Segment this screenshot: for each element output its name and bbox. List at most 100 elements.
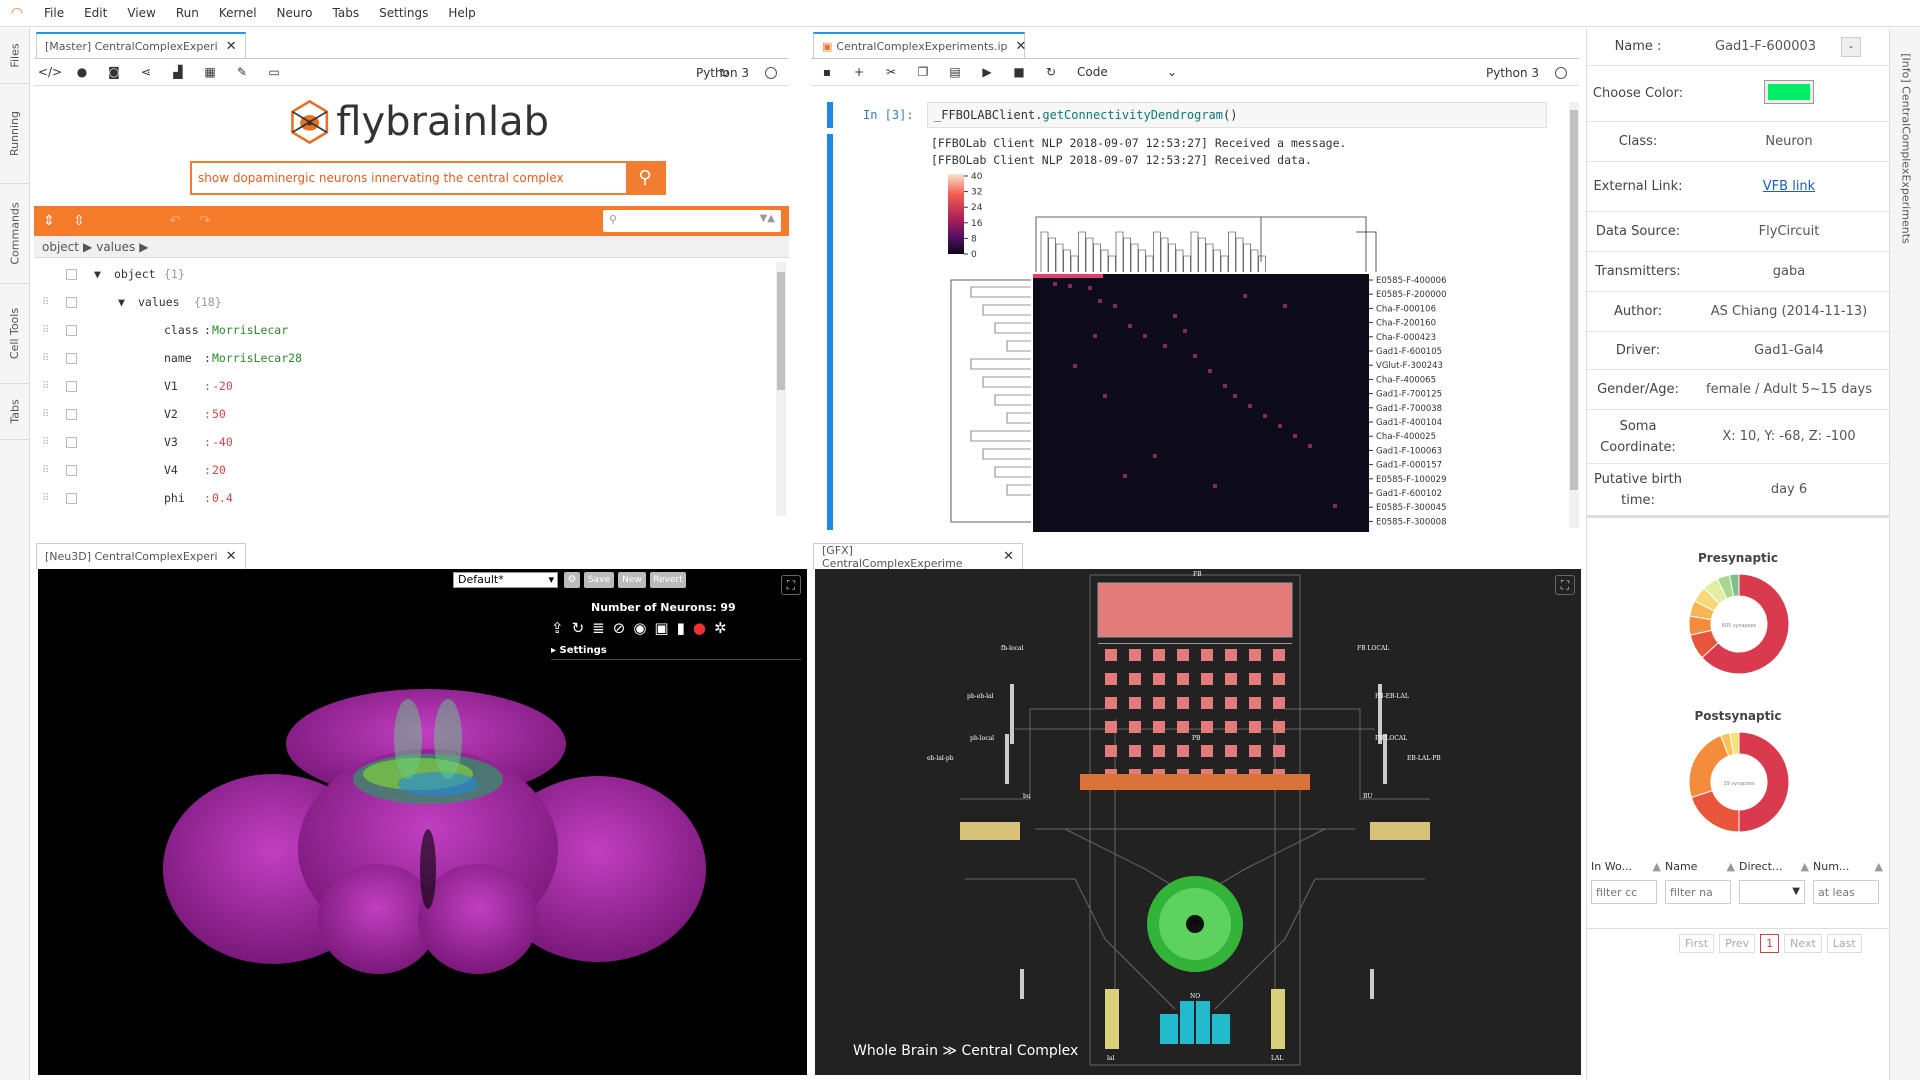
fb-column-cell[interactable] xyxy=(1177,673,1189,685)
upload-icon[interactable]: ⇪ xyxy=(551,619,564,637)
direction-select[interactable]: ▼ xyxy=(1739,880,1805,904)
expand-all-icon[interactable]: ⇕ xyxy=(34,213,64,229)
save-icon[interactable]: ▪ xyxy=(811,65,843,79)
filter-input[interactable] xyxy=(1665,880,1731,904)
close-icon[interactable]: ✕ xyxy=(1003,549,1014,564)
fb-column-cell[interactable] xyxy=(1129,745,1141,757)
new-button[interactable]: New xyxy=(618,572,646,588)
hide-icon[interactable]: ⊘ xyxy=(613,619,626,637)
code-icon[interactable]: </> xyxy=(34,65,66,79)
scrollbar-thumb[interactable] xyxy=(1570,110,1578,490)
menu-edit[interactable]: Edit xyxy=(74,0,117,27)
fb-column-cell[interactable] xyxy=(1105,649,1117,661)
copy-icon[interactable]: ❐ xyxy=(907,65,939,79)
fb-column-cell[interactable] xyxy=(1201,673,1213,685)
preset-select[interactable]: Default* ▾ xyxy=(453,572,558,588)
fullscreen-icon[interactable]: ⛶ xyxy=(1555,575,1575,595)
fb-column-cell[interactable] xyxy=(1249,721,1261,733)
row-checkbox[interactable] xyxy=(66,436,77,448)
fb-column-cell[interactable] xyxy=(1129,721,1141,733)
drag-handle-icon[interactable]: ⠿ xyxy=(42,325,49,336)
edit-icon[interactable]: ✎ xyxy=(226,65,258,79)
sidebar-tab-cell-tools[interactable]: Cell Tools xyxy=(0,284,30,384)
row-checkbox[interactable] xyxy=(66,408,77,420)
refresh-icon[interactable]: ↻ xyxy=(572,619,585,637)
menu-file[interactable]: File xyxy=(34,0,74,27)
fb-column-cell[interactable] xyxy=(1225,721,1237,733)
fb-column-cell[interactable] xyxy=(1225,745,1237,757)
menu-help[interactable]: Help xyxy=(438,0,485,27)
row-checkbox[interactable] xyxy=(66,296,77,308)
menu-settings[interactable]: Settings xyxy=(369,0,438,27)
chart-icon[interactable]: ▟ xyxy=(162,65,194,79)
fb-column-cell[interactable] xyxy=(1225,673,1237,685)
fb-column-cell[interactable] xyxy=(1177,721,1189,733)
fb-column-cell[interactable] xyxy=(1153,745,1165,757)
fb-column-cell[interactable] xyxy=(1177,745,1189,757)
fb-column-cell[interactable] xyxy=(1201,649,1213,661)
fb-column-cell[interactable] xyxy=(1153,721,1165,733)
fb-column-cell[interactable] xyxy=(1249,697,1261,709)
fb-column-cell[interactable] xyxy=(1129,697,1141,709)
breadcrumb-values[interactable]: values xyxy=(96,240,135,254)
fb-column-cell[interactable] xyxy=(1129,649,1141,661)
fb-column-cell[interactable] xyxy=(1225,697,1237,709)
row-checkbox[interactable] xyxy=(66,380,77,392)
collapse-triangle-icon[interactable]: ▼ xyxy=(94,267,101,281)
fb-column-cell[interactable] xyxy=(1273,649,1285,661)
paste-icon[interactable]: ▤ xyxy=(939,65,971,79)
collapse-triangle-icon[interactable]: ▼ xyxy=(118,295,125,309)
settings-cogs-icon[interactable]: ✲ xyxy=(714,619,727,637)
code-cell-input[interactable]: _FFBOLABClient.getConnectivityDendrogram… xyxy=(927,102,1547,128)
row-checkbox[interactable] xyxy=(66,324,77,336)
tab-master[interactable]: [Master] CentralComplexExperi ✕ xyxy=(36,32,246,58)
page-first[interactable]: First xyxy=(1679,934,1715,953)
fb-column-cell[interactable] xyxy=(1105,721,1117,733)
cut-icon[interactable]: ✂ xyxy=(875,65,907,79)
play-circle-icon[interactable]: ● xyxy=(66,65,98,79)
menu-kernel[interactable]: Kernel xyxy=(209,0,267,27)
row-checkbox[interactable] xyxy=(66,268,77,280)
fb-column-cell[interactable] xyxy=(1249,745,1261,757)
sidebar-tab-info[interactable]: [Info] CentralComplexExperiments xyxy=(1896,42,1916,272)
column-header[interactable]: Direct... ▲ xyxy=(1739,860,1809,873)
json-search-field[interactable]: ⚲ ▼▲ xyxy=(603,210,781,232)
close-icon[interactable]: ✕ xyxy=(226,39,237,54)
menu-tabs[interactable]: Tabs xyxy=(323,0,370,27)
share-icon[interactable]: ⋖ xyxy=(130,65,162,79)
search-icon[interactable]: ⚲ xyxy=(626,163,664,193)
gfx-canvas[interactable]: FB fb-local FB LOCAL pb-eb-lal PB-EB-LAL… xyxy=(815,569,1581,1075)
fb-column-cell[interactable] xyxy=(1201,745,1213,757)
drag-handle-icon[interactable]: ⠿ xyxy=(42,409,49,420)
camera-icon[interactable]: ▣ xyxy=(654,619,668,637)
drag-handle-icon[interactable]: ⠿ xyxy=(42,297,49,308)
undo-icon[interactable]: ↶ xyxy=(160,213,190,229)
drag-handle-icon[interactable]: ⠿ xyxy=(42,465,49,476)
fb-column-cell[interactable] xyxy=(1105,697,1117,709)
fb-column-cell[interactable] xyxy=(1249,649,1261,661)
color-picker[interactable] xyxy=(1764,79,1814,104)
list-icon[interactable]: ≣ xyxy=(592,619,605,637)
column-header[interactable]: Name ▲ xyxy=(1665,860,1735,873)
collapse-button[interactable]: - xyxy=(1841,37,1861,57)
trash-icon[interactable]: ▮ xyxy=(677,619,685,637)
menu-view[interactable]: View xyxy=(117,0,165,27)
gear-icon[interactable]: ⚙ xyxy=(564,572,580,588)
stop-icon[interactable]: ■ xyxy=(1003,65,1035,79)
scrollbar-thumb[interactable] xyxy=(777,272,785,390)
fb-column-cell[interactable] xyxy=(1177,697,1189,709)
notebook-scrollbar[interactable] xyxy=(1569,102,1579,528)
filter-input[interactable] xyxy=(1591,880,1657,904)
fb-column-cell[interactable] xyxy=(1153,649,1165,661)
settings-toggle[interactable]: ▸ Settings xyxy=(551,645,607,656)
vfb-link[interactable]: VFB link xyxy=(1689,179,1889,194)
restart-icon[interactable]: ↻ xyxy=(1035,65,1067,79)
sidebar-tab-tabs[interactable]: Tabs xyxy=(0,384,30,440)
save-button[interactable]: Save xyxy=(584,572,614,588)
fb-column-cell[interactable] xyxy=(1177,649,1189,661)
json-scrollbar[interactable] xyxy=(776,262,786,516)
sidebar-tab-running[interactable]: Running xyxy=(0,84,30,184)
fb-column-cell[interactable] xyxy=(1273,697,1285,709)
drag-handle-icon[interactable]: ⠿ xyxy=(42,381,49,392)
column-header[interactable]: Num... ▲ xyxy=(1813,860,1883,873)
